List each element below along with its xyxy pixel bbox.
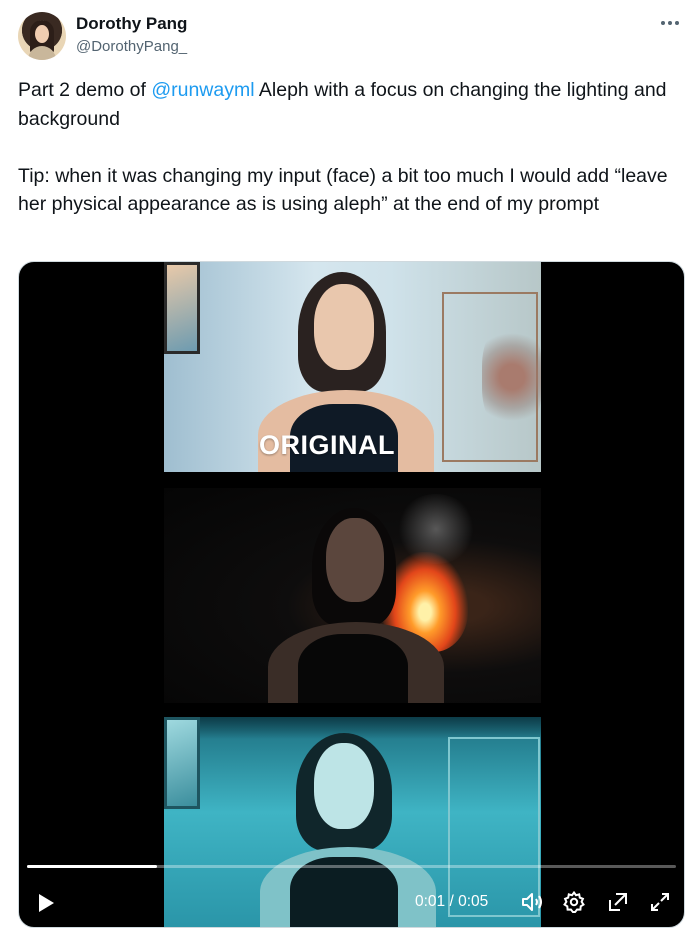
wall-picture xyxy=(164,717,200,809)
tweet-text: Part 2 demo of @runwayml Aleph with a fo… xyxy=(18,76,682,219)
time-display: 0:01 / 0:05 xyxy=(415,893,489,910)
tweet-paragraph-1: Part 2 demo of @runwayml Aleph with a fo… xyxy=(18,76,682,133)
progress-bar[interactable] xyxy=(27,865,676,868)
volume-icon[interactable] xyxy=(520,890,544,919)
person-face xyxy=(326,518,384,602)
video-frame-original: ORIGINAL xyxy=(164,262,541,472)
person-face xyxy=(314,743,374,829)
video-player[interactable]: ORIGINAL 0:01 / 0:05 xyxy=(18,261,685,928)
author-handle[interactable]: @DorothyPang_ xyxy=(76,38,187,55)
avatar-face xyxy=(35,25,49,43)
person-face xyxy=(314,284,374,370)
video-controls: 0:01 / 0:05 xyxy=(19,882,684,926)
author-name[interactable]: Dorothy Pang xyxy=(76,14,187,34)
original-label: ORIGINAL xyxy=(259,430,395,460)
progress-fill xyxy=(27,865,157,868)
play-icon[interactable] xyxy=(37,893,55,918)
fullscreen-icon[interactable] xyxy=(648,890,672,919)
plant xyxy=(482,322,541,432)
person-top xyxy=(298,634,408,703)
wall-picture xyxy=(164,262,200,354)
smoke xyxy=(396,494,476,564)
avatar[interactable] xyxy=(18,12,66,60)
tweet-header: Dorothy Pang @DorothyPang_ xyxy=(18,10,682,66)
settings-icon[interactable] xyxy=(562,890,586,919)
tweet-text-prefix: Part 2 demo of xyxy=(18,79,152,101)
more-horizontal-icon[interactable] xyxy=(658,14,682,34)
mention-link[interactable]: @runwayml xyxy=(151,79,254,101)
tweet-paragraph-2: Tip: when it was changing my input (face… xyxy=(18,164,668,216)
picture-in-picture-icon[interactable] xyxy=(606,890,630,919)
video-frame-night-fire xyxy=(164,488,541,703)
